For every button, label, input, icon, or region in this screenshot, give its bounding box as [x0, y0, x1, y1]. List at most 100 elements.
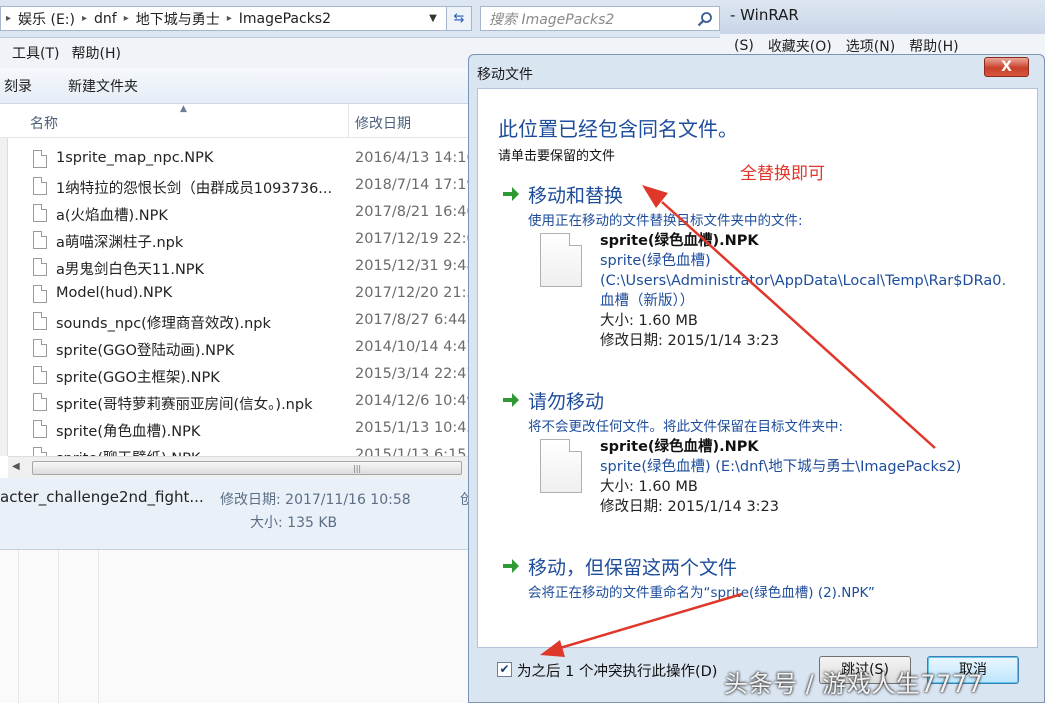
file-name: 1纳特拉的怨恨长剑（由群成员1093736...	[56, 181, 333, 197]
file-date: 2016/4/13 14:16	[355, 150, 470, 166]
option-title: 请勿移动	[528, 391, 605, 413]
selected-file-modified: 修改日期: 2017/11/16 10:58	[220, 492, 411, 508]
selected-file-size: 大小: 135 KB	[250, 515, 338, 531]
file-size: 大小: 1.60 MB	[600, 479, 698, 495]
breadcrumb-game[interactable]: 地下城与勇士	[136, 9, 220, 29]
file-name: sprite(聊天壁纸).NPK	[56, 447, 200, 456]
file-path: sprite(绿色血槽) (E:\dnf\地下城与勇士\ImagePacks2)	[600, 459, 962, 475]
file-date: 2017/8/21 16:40	[355, 204, 470, 220]
refresh-icon[interactable]: ⇆	[446, 6, 472, 31]
winrar-menu-options[interactable]: 选项(N)	[846, 36, 895, 56]
file-name: sprite(哥特萝莉赛丽亚房间(信女。).npk	[56, 397, 313, 413]
address-dropdown-icon[interactable]: ▼	[422, 6, 444, 31]
file-row[interactable]: sprite(角色血槽).NPK 2015/1/13 10:43	[0, 416, 470, 443]
sub-instruction: 请单击要保留的文件	[498, 149, 616, 164]
file-row[interactable]: Model(hud).NPK 2017/12/20 21:5	[0, 281, 470, 308]
divider	[98, 550, 99, 703]
burn-button[interactable]: 刻录	[4, 76, 32, 96]
file-name: a(火焰血槽).NPK	[56, 208, 168, 224]
file-name: sprite(绿色血槽).NPK	[600, 439, 759, 455]
file-name: sounds_npc(修理商音效改).npk	[56, 316, 271, 332]
file-icon	[33, 393, 47, 411]
file-name: sprite(GGO登陆动画).NPK	[56, 343, 235, 359]
column-name[interactable]: 名称	[30, 113, 58, 133]
scrollbar-thumb[interactable]: |||	[32, 461, 462, 475]
file-date: 2017/12/19 22:0	[355, 231, 470, 247]
file-path: (C:\Users\Administrator\AppData\Local\Te…	[600, 273, 1007, 289]
address-bar[interactable]: ▸ 娱乐 (E:) ▸ dnf ▸ 地下城与勇士 ▸ ImagePacks2	[0, 6, 472, 31]
option-keep-both[interactable]: 移动，但保留这两个文件 会将正在移动的文件重命名为“sprite(绿色血槽) (…	[498, 553, 1028, 603]
search-input[interactable]: 搜索 ImagePacks2	[480, 6, 720, 31]
dialog-content: 此位置已经包含同名文件。 请单击要保留的文件 全替换即可 移动和替换 使用正在移…	[477, 88, 1038, 648]
apply-to-all-checkbox[interactable]: ✔	[497, 662, 512, 677]
column-date[interactable]: 修改日期	[355, 113, 411, 133]
file-row[interactable]: sounds_npc(修理商音效改).npk 2017/8/27 6:44	[0, 308, 470, 335]
target-file-info: sprite(绿色血槽).NPK sprite(绿色血槽) (E:\dnf\地下…	[600, 437, 961, 517]
file-path: 血槽（新版））	[600, 293, 695, 309]
file-name: sprite(绿色血槽).NPK	[600, 233, 759, 249]
watermark: 头条号 / 游戏人生7777	[724, 670, 984, 698]
menu-tools[interactable]: 工具(T)	[12, 43, 59, 63]
file-row[interactable]: 1纳特拉的怨恨长剑（由群成员1093736... 2018/7/14 17:19	[0, 173, 470, 200]
file-name: a萌喵深渊柱子.npk	[56, 235, 184, 251]
column-divider[interactable]	[348, 104, 349, 138]
file-icon	[33, 285, 47, 303]
file-name: sprite(GGO主框架).NPK	[56, 370, 220, 386]
winrar-menu-favorites[interactable]: 收藏夹(O)	[768, 36, 832, 56]
close-button[interactable]: X	[984, 57, 1029, 77]
breadcrumb-dnf[interactable]: dnf	[94, 11, 117, 27]
move-file-dialog: 移动文件 X 此位置已经包含同名文件。 请单击要保留的文件 全替换即可 移动和替…	[468, 54, 1045, 703]
option-dont-move[interactable]: 请勿移动 将不会更改任何文件。将此文件保留在目标文件夹中: sprite(绿色血…	[498, 387, 1028, 527]
file-date: 2014/12/6 10:49	[355, 393, 470, 409]
winrar-menu-item[interactable]: (S)	[734, 38, 754, 54]
option-description: 将不会更改任何文件。将此文件保留在目标文件夹中:	[528, 419, 844, 435]
file-row[interactable]: sprite(聊天壁纸).NPK 2015/1/13 6:15	[0, 443, 470, 456]
horizontal-scrollbar[interactable]: ◀ |||	[8, 456, 470, 478]
file-icon	[33, 177, 47, 195]
file-row[interactable]: a萌喵深渊柱子.npk 2017/12/19 22:0	[0, 227, 470, 254]
file-icon	[33, 447, 47, 456]
file-name: Model(hud).NPK	[56, 285, 173, 301]
selected-file-name: acter_challenge2nd_fight...	[0, 488, 204, 506]
file-icon	[33, 339, 47, 357]
file-icon	[33, 150, 47, 168]
chevron-right-icon: ▸	[123, 13, 129, 24]
file-path: sprite(绿色血槽)	[600, 253, 711, 269]
scroll-left-icon[interactable]: ◀	[12, 461, 20, 472]
chevron-right-icon: ▸	[81, 13, 87, 24]
file-date: 2014/10/14 4:47	[355, 339, 470, 355]
winrar-title-bar: - WinRAR	[720, 0, 1045, 34]
new-folder-button[interactable]: 新建文件夹	[68, 76, 138, 96]
option-title: 移动，但保留这两个文件	[528, 557, 738, 579]
file-name: sprite(角色血槽).NPK	[56, 424, 201, 440]
menu-help[interactable]: 帮助(H)	[71, 43, 120, 63]
file-size: 大小: 1.60 MB	[600, 313, 698, 329]
lower-pane	[0, 550, 470, 703]
document-icon	[540, 233, 582, 287]
file-icon	[33, 258, 47, 276]
file-row[interactable]: sprite(哥特萝莉赛丽亚房间(信女。).npk 2014/12/6 10:49	[0, 389, 470, 416]
file-modified: 修改日期: 2015/1/14 3:23	[600, 333, 780, 349]
green-arrow-icon	[503, 187, 519, 201]
breadcrumb-drive[interactable]: 娱乐 (E:)	[18, 9, 75, 29]
file-icon	[33, 204, 47, 222]
winrar-menu-help[interactable]: 帮助(H)	[909, 36, 958, 56]
file-icon	[33, 420, 47, 438]
breadcrumb-imagepacks[interactable]: ImagePacks2	[239, 11, 331, 27]
option-description: 会将正在移动的文件重命名为“sprite(绿色血槽) (2).NPK”	[528, 585, 875, 601]
search-placeholder: 搜索 ImagePacks2	[489, 11, 615, 28]
file-row[interactable]: a男鬼剑白色天11.NPK 2015/12/31 9:48	[0, 254, 470, 281]
option-move-replace[interactable]: 移动和替换 使用正在移动的文件替换目标文件夹中的文件: sprite(绿色血槽)…	[498, 181, 1028, 361]
file-row[interactable]: sprite(GGO主框架).NPK 2015/3/14 22:47	[0, 362, 470, 389]
apply-to-all-label[interactable]: 为之后 1 个冲突执行此操作(D)	[517, 660, 717, 681]
file-name: a男鬼剑白色天11.NPK	[56, 262, 205, 278]
file-row[interactable]: a(火焰血槽).NPK 2017/8/21 16:40	[0, 200, 470, 227]
file-name: 1sprite_map_npc.NPK	[56, 150, 214, 166]
file-row[interactable]: sprite(GGO登陆动画).NPK 2014/10/14 4:47	[0, 335, 470, 362]
file-icon	[33, 231, 47, 249]
file-date: 2015/12/31 9:48	[355, 258, 470, 274]
file-row[interactable]: 1sprite_map_npc.NPK 2016/4/13 14:16	[0, 146, 470, 173]
search-icon[interactable]	[697, 11, 713, 27]
file-modified: 修改日期: 2015/1/14 3:23	[600, 499, 780, 515]
option-description: 使用正在移动的文件替换目标文件夹中的文件:	[528, 213, 803, 229]
